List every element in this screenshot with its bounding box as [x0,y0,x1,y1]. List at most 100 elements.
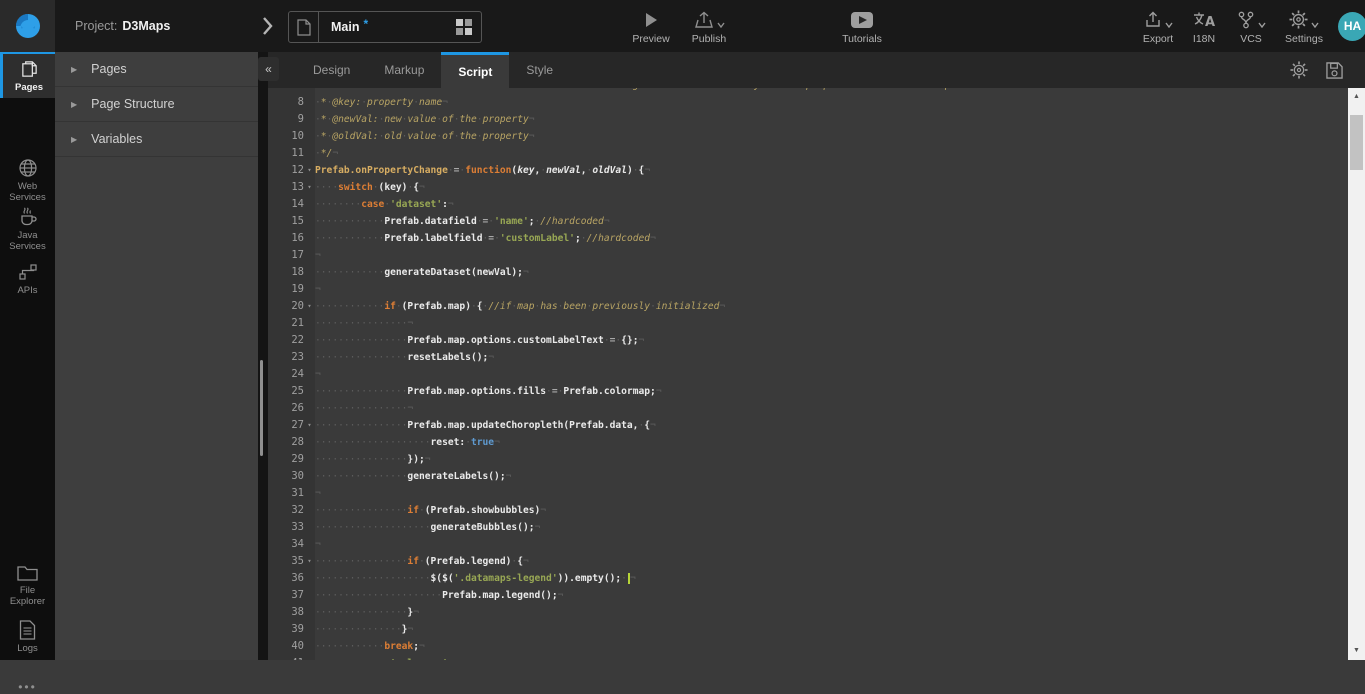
line-number[interactable]: 10 [268,128,315,145]
fold-arrow-icon[interactable]: ▾ [304,162,315,179]
line-number[interactable]: 15 [268,213,315,230]
line-number[interactable]: 30 [268,468,315,485]
rail-item-file-explorer[interactable]: FileExplorer [0,564,55,607]
wavemaker-logo[interactable] [0,0,55,52]
panel-section-page-structure[interactable]: ▶ Page Structure [55,87,258,122]
editor-vertical-scrollbar[interactable]: ▲ ▼ [1348,88,1365,660]
fold-spacer [304,366,315,383]
panel-section-pages[interactable]: ▶ Pages [55,52,258,87]
code-line: 34¬ [268,536,1348,553]
line-number[interactable]: 16 [268,230,315,247]
fold-spacer [304,196,315,213]
line-number[interactable]: 36 [268,570,315,587]
divider-scrollbar-thumb[interactable] [260,360,263,456]
vcs-button[interactable]: VCS [1226,8,1276,45]
line-number[interactable]: 27▾ [268,417,315,434]
scroll-down-arrow-icon[interactable]: ▼ [1348,644,1365,658]
topbar-center-actions: Preview Publish Tutorials [622,0,894,52]
line-number[interactable]: 23 [268,349,315,366]
code-line: 14········case·'dataset':¬ [268,196,1348,213]
code-line: 19¬ [268,281,1348,298]
scrollbar-thumb[interactable] [1350,115,1363,170]
rail-more-button[interactable]: ••• [0,680,55,694]
line-number[interactable]: 29 [268,451,315,468]
tab-style[interactable]: Style [509,52,570,88]
code-line: 8·*·@key:·property·name¬ [268,94,1348,111]
line-number[interactable]: 14 [268,196,315,213]
fold-arrow-icon[interactable]: ▾ [304,179,315,196]
fold-spacer [304,230,315,247]
line-number[interactable]: 21 [268,315,315,332]
preview-button[interactable]: Preview [622,8,680,45]
script-settings-button[interactable] [1290,61,1308,79]
line-number[interactable]: 41 [268,655,315,660]
rail-item-web-services[interactable]: WebServices [0,158,55,203]
save-button[interactable] [1326,62,1343,79]
line-number[interactable]: 13▾ [268,179,315,196]
code-line: 11·*/¬ [268,145,1348,162]
line-number[interactable]: 9 [268,111,315,128]
fold-arrow-icon[interactable]: ▾ [304,553,315,570]
grid-icon[interactable] [455,18,473,36]
line-number[interactable]: 33 [268,519,315,536]
tab-script[interactable]: Script [441,52,509,88]
settings-button[interactable]: Settings [1276,8,1332,45]
line-number[interactable]: 32 [268,502,315,519]
line-number[interactable]: 35▾ [268,553,315,570]
fold-spacer [304,638,315,655]
line-number[interactable]: 25 [268,383,315,400]
fold-spacer [304,315,315,332]
line-number[interactable]: 39 [268,621,315,638]
panel-section-variables[interactable]: ▶ Variables [55,122,258,157]
code-line: 32················if·(Prefab.showbubbles… [268,502,1348,519]
fold-arrow-icon[interactable]: ▾ [304,417,315,434]
line-number[interactable]: 11 [268,145,315,162]
export-button[interactable]: Export [1134,8,1182,45]
rail-item-pages[interactable]: Pages [0,52,55,98]
unsaved-marker: * [363,17,368,31]
fold-spacer [304,264,315,281]
tab-design[interactable]: Design [296,52,367,88]
fold-spacer [304,400,315,417]
fold-spacer [304,621,315,638]
panel-collapse-button[interactable]: « [258,57,279,81]
line-number[interactable]: 26 [268,400,315,417]
rail-item-java-services[interactable]: JavaServices [0,207,55,252]
line-number[interactable]: 31 [268,485,315,502]
panel-editor-divider[interactable] [258,52,268,660]
page-tab-main[interactable]: Main * [288,11,482,43]
rail-item-logs[interactable]: Logs [0,620,55,654]
line-number[interactable]: 12▾ [268,162,315,179]
line-number[interactable]: 38 [268,604,315,621]
fold-arrow-icon[interactable]: ▾ [304,298,315,315]
line-number[interactable]: 18 [268,264,315,281]
code-line: 40············break;¬ [268,638,1348,655]
line-number[interactable]: 17 [268,247,315,264]
fold-spacer [304,128,315,145]
code-line: 41········case·'colormap':¬ [268,655,1348,660]
line-number[interactable]: 24 [268,366,315,383]
line-number[interactable]: 34 [268,536,315,553]
tab-markup[interactable]: Markup [367,52,441,88]
line-number[interactable]: 20▾ [268,298,315,315]
line-number[interactable]: 40 [268,638,315,655]
code-line: 38················}¬ [268,604,1348,621]
tutorials-button[interactable]: Tutorials [830,8,894,45]
rail-item-apis[interactable]: APIs [0,262,55,296]
scroll-up-arrow-icon[interactable]: ▲ [1348,90,1365,104]
code-line: 22················Prefab.map.options.cus… [268,332,1348,349]
project-name: D3Maps [122,19,170,33]
fold-spacer [304,247,315,264]
line-number[interactable]: 8 [268,94,315,111]
line-number[interactable]: 19 [268,281,315,298]
code-line: 27▾················Prefab.map.updateChor… [268,417,1348,434]
line-number[interactable]: 28 [268,434,315,451]
code-line: 31¬ [268,485,1348,502]
publish-button[interactable]: Publish [680,8,738,45]
user-avatar[interactable]: HA [1338,12,1365,41]
i18n-button[interactable]: A I18N [1182,8,1226,45]
vcs-dropdown-chevron-icon [1258,22,1266,28]
line-number[interactable]: 37 [268,587,315,604]
script-code-editor[interactable]: 7·*·this·method·will·be·invoked·whenever… [268,88,1348,660]
line-number[interactable]: 22 [268,332,315,349]
